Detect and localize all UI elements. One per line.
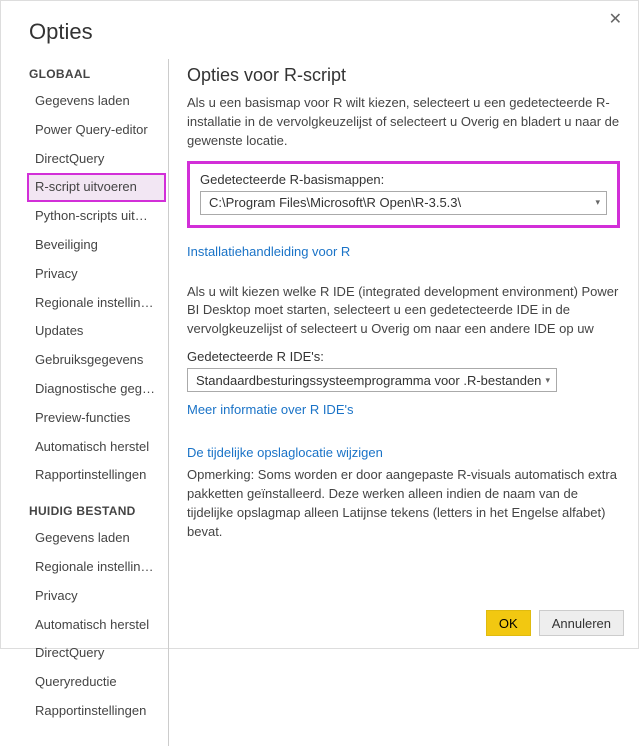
chevron-down-icon: ▾	[545, 375, 550, 386]
temp-location-link[interactable]: De tijdelijke opslaglocatie wijzigen	[187, 445, 383, 460]
ok-button[interactable]: OK	[486, 610, 531, 636]
dialog-title: Opties	[1, 1, 638, 59]
r-home-value: C:\Program Files\Microsoft\R Open\R-3.5.…	[209, 195, 461, 210]
ide-dropdown[interactable]: Standaardbesturingssysteemprogramma voor…	[187, 368, 557, 392]
sidebar-item[interactable]: Updates	[27, 317, 162, 346]
r-install-guide-link[interactable]: Installatiehandleiding voor R	[187, 244, 350, 259]
sidebar-item[interactable]: Preview-functies	[27, 404, 162, 433]
sidebar-item[interactable]: Automatisch herstel	[27, 433, 162, 462]
sidebar-item[interactable]: Rapportinstellingen	[27, 697, 162, 726]
chevron-down-icon: ▾	[595, 197, 600, 208]
ide-intro: Als u wilt kiezen welke R IDE (integrate…	[187, 283, 620, 340]
panel-title: Opties voor R-script	[187, 65, 620, 86]
sidebar-item[interactable]: Python-scripts uit…	[27, 202, 162, 231]
sidebar: GLOBAAL Gegevens ladenPower Query-editor…	[29, 59, 169, 746]
sidebar-item[interactable]: Gebruiksgegevens	[27, 346, 162, 375]
r-home-dropdown[interactable]: C:\Program Files\Microsoft\R Open\R-3.5.…	[200, 191, 607, 215]
ide-label: Gedetecteerde R IDE's:	[187, 349, 620, 364]
sidebar-item[interactable]: Gegevens laden	[27, 524, 162, 553]
dialog-footer: OK Annuleren	[486, 610, 624, 636]
sidebar-item[interactable]: R-script uitvoeren	[27, 173, 166, 202]
r-home-intro: Als u een basismap voor R wilt kiezen, s…	[187, 94, 620, 151]
r-home-label: Gedetecteerde R-basismappen:	[200, 172, 607, 187]
sidebar-item[interactable]: Power Query-editor	[27, 116, 162, 145]
sidebar-item[interactable]: Automatisch herstel	[27, 611, 162, 640]
temp-note: Opmerking: Soms worden er door aangepast…	[187, 466, 620, 541]
close-icon[interactable]: ✕	[603, 7, 628, 31]
sidebar-item[interactable]: Privacy	[27, 582, 162, 611]
sidebar-item[interactable]: DirectQuery	[27, 145, 162, 174]
sidebar-item[interactable]: Queryreductie	[27, 668, 162, 697]
sidebar-item[interactable]: Regionale instellin…	[27, 553, 162, 582]
main-panel: Opties voor R-script Als u een basismap …	[169, 59, 638, 746]
sidebar-header-current: HUIDIG BESTAND	[29, 504, 162, 518]
cancel-button[interactable]: Annuleren	[539, 610, 624, 636]
sidebar-header-global: GLOBAAL	[29, 67, 162, 81]
sidebar-item[interactable]: Beveiliging	[27, 231, 162, 260]
ide-value: Standaardbesturingssysteemprogramma voor…	[196, 373, 541, 388]
r-home-highlight: Gedetecteerde R-basismappen: C:\Program …	[187, 161, 620, 228]
sidebar-item[interactable]: Privacy	[27, 260, 162, 289]
sidebar-item[interactable]: Gegevens laden	[27, 87, 162, 116]
ide-info-link[interactable]: Meer informatie over R IDE's	[187, 402, 353, 417]
sidebar-item[interactable]: Regionale instellin…	[27, 289, 162, 318]
sidebar-item[interactable]: Diagnostische geg…	[27, 375, 162, 404]
sidebar-item[interactable]: DirectQuery	[27, 639, 162, 668]
sidebar-item[interactable]: Rapportinstellingen	[27, 461, 162, 490]
